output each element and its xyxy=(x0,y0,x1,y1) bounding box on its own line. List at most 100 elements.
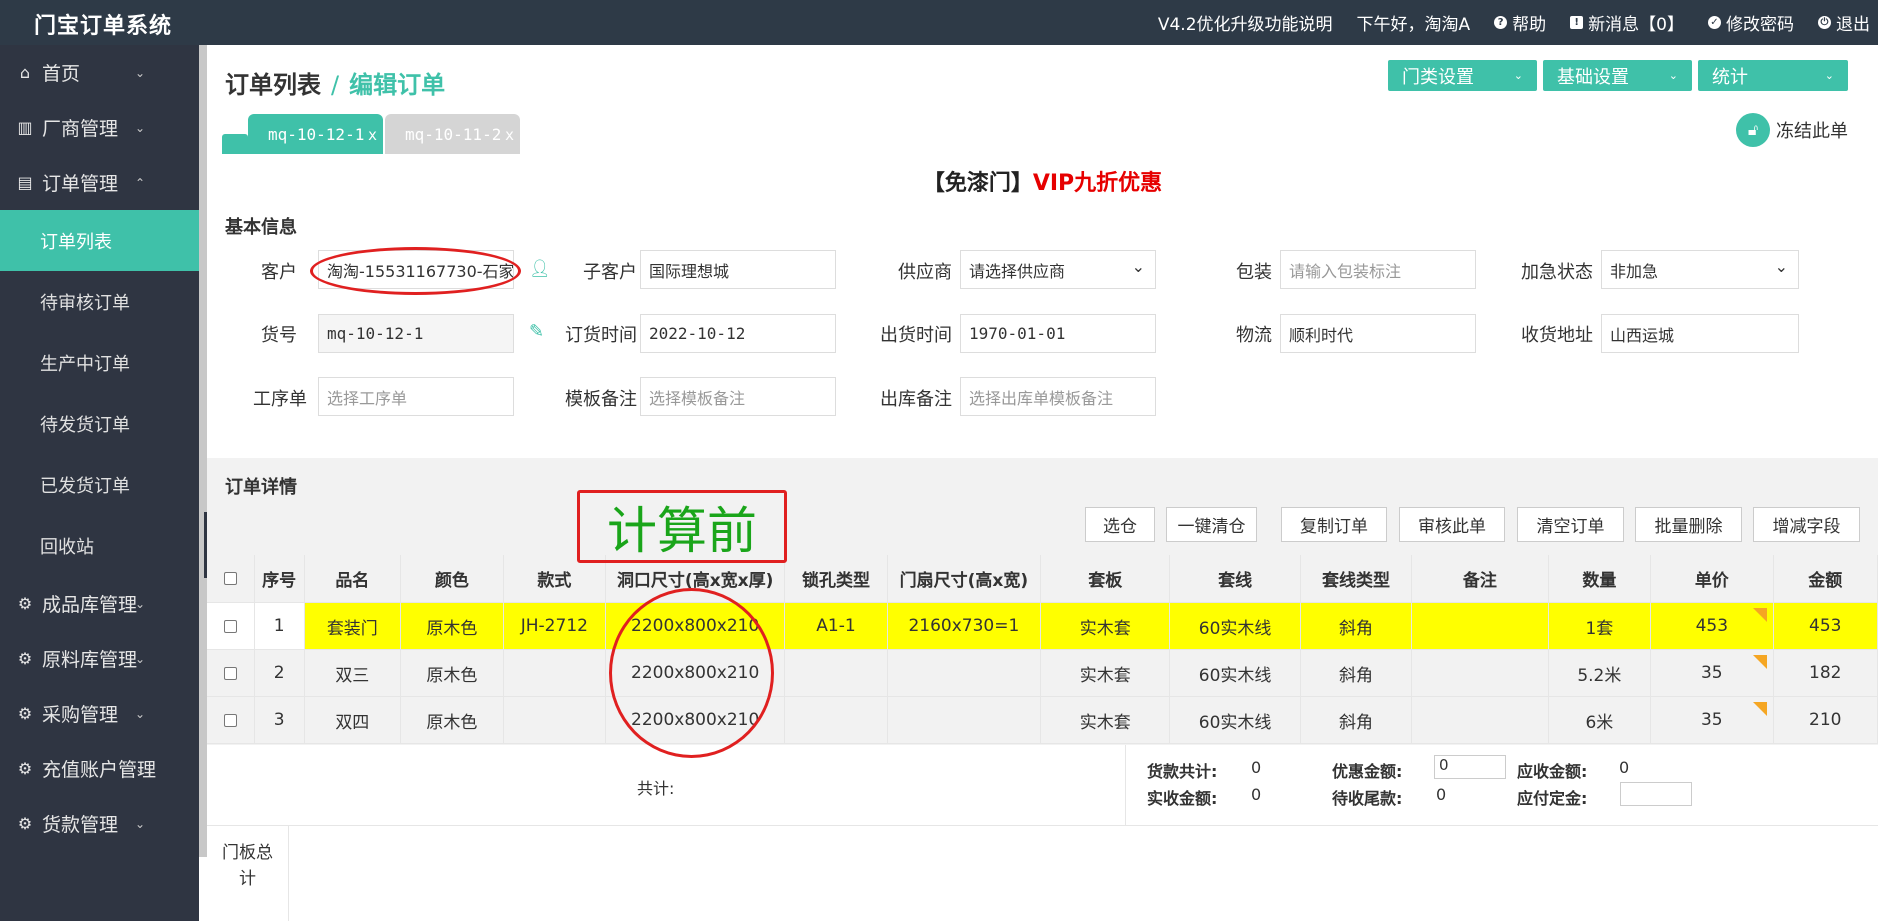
table-cell[interactable]: A1-1 xyxy=(785,603,888,650)
table-cell[interactable]: 斜角 xyxy=(1300,650,1413,697)
sidebar-item-raw-materials[interactable]: ⚙ 原料库管理 ⌄ xyxy=(0,631,199,686)
table-cell[interactable] xyxy=(785,650,888,697)
table-row[interactable]: 1 套装门 原木色 JH-2712 2200x800x210 A1-1 2160x730=1… xyxy=(207,603,1878,650)
table-cell[interactable]: 2160x730=1 xyxy=(887,603,1042,650)
sidebar-item-recharge[interactable]: ⚙ 充值账户管理 ⌄ xyxy=(0,741,199,796)
select-warehouse-button[interactable]: 选仓 xyxy=(1085,507,1155,542)
sidebar-item-pending-review[interactable]: 待审核订单 xyxy=(0,271,199,332)
sidebar-item-in-production[interactable]: 生产中订单 xyxy=(0,332,199,393)
subcustomer-field[interactable]: 国际理想城 xyxy=(640,250,836,289)
version-note-link[interactable]: V4.2优化升级功能说明 xyxy=(1158,10,1333,35)
table-cell[interactable]: 60实木线 xyxy=(1170,650,1301,697)
sidebar-item-recycle-bin[interactable]: 回收站 xyxy=(0,515,199,576)
row-checkbox[interactable] xyxy=(223,713,237,727)
table-cell[interactable]: 实木套 xyxy=(1041,697,1171,744)
clear-warehouse-button[interactable]: 一键清仓 xyxy=(1166,507,1257,542)
outbound-input[interactable]: 选择出库单模板备注 xyxy=(960,377,1156,416)
add-subcustomer-icon[interactable]: 👤︎ xyxy=(529,259,551,279)
select-all-checkbox[interactable] xyxy=(223,572,237,585)
sidebar-item-payments[interactable]: ⚙ 货款管理 ⌄ xyxy=(0,796,199,851)
table-cell[interactable]: JH-2712 xyxy=(503,603,607,650)
table-cell[interactable]: 210 xyxy=(1773,697,1878,744)
table-cell[interactable] xyxy=(1412,603,1549,650)
supplier-select[interactable]: 请选择供应商 xyxy=(960,250,1156,289)
sidebar-item-finished-goods[interactable]: ⚙ 成品库管理 ⌄ xyxy=(0,576,199,631)
table-row[interactable]: 3 双四 原木色 2200x800x210 实木套 60实木线 斜角 6米 35 210 xyxy=(207,697,1878,744)
stats-button[interactable]: 统计 ⌄ xyxy=(1698,60,1848,91)
message-icon: ! xyxy=(1570,16,1584,29)
row-checkbox[interactable] xyxy=(223,619,237,633)
close-icon[interactable]: x xyxy=(505,126,514,144)
table-cell[interactable]: 60实木线 xyxy=(1170,697,1301,744)
sidebar-item-pending-ship[interactable]: 待发货订单 xyxy=(0,393,199,454)
table-cell[interactable]: 5.2米 xyxy=(1548,650,1652,697)
table-cell[interactable]: 6米 xyxy=(1548,697,1652,744)
sidebar-item-orders[interactable]: ▤ 订单管理 ⌃ xyxy=(0,155,199,210)
batch-delete-button[interactable]: 批量删除 xyxy=(1635,507,1742,542)
table-cell[interactable]: 斜角 xyxy=(1300,603,1413,650)
table-row[interactable]: 2 双三 原木色 2200x800x210 实木套 60实木线 斜角 5.2米 35 182 xyxy=(207,650,1878,697)
sidebar-scrollbar[interactable] xyxy=(199,45,207,857)
table-cell[interactable]: 453 xyxy=(1651,603,1774,650)
sidebar-item-vendor[interactable]: ▥ 厂商管理 ⌄ xyxy=(0,100,199,155)
messages-link[interactable]: ! 新消息【0】 xyxy=(1570,10,1684,35)
edit-icon[interactable]: ✎ xyxy=(529,321,544,342)
discount-input[interactable]: 0 xyxy=(1434,755,1506,779)
table-cell[interactable]: 35 xyxy=(1651,650,1774,697)
table-cell[interactable]: 实木套 xyxy=(1041,650,1171,697)
table-cell[interactable] xyxy=(785,697,888,744)
order-time-field[interactable]: 2022-10-12 xyxy=(640,314,836,353)
table-cell[interactable]: 3 xyxy=(254,697,305,744)
help-link[interactable]: ? 帮助 xyxy=(1494,10,1546,35)
template-input[interactable]: 选择模板备注 xyxy=(640,377,836,416)
logistics-field[interactable]: 顺利时代 xyxy=(1280,314,1476,353)
table-cell[interactable]: 182 xyxy=(1773,650,1878,697)
table-cell[interactable]: 原木色 xyxy=(401,697,504,744)
process-input[interactable]: 选择工序单 xyxy=(318,377,514,416)
table-cell[interactable]: 1套 xyxy=(1548,603,1652,650)
basic-settings-button[interactable]: 基础设置 ⌄ xyxy=(1543,60,1692,91)
copy-order-button[interactable]: 复制订单 xyxy=(1281,507,1387,542)
table-cell[interactable]: 1 xyxy=(254,603,305,650)
freeze-order-button[interactable]: 🔓︎ 冻结此单 xyxy=(1736,113,1848,147)
table-cell[interactable] xyxy=(503,650,607,697)
address-field[interactable]: 山西运城 xyxy=(1601,314,1799,353)
review-order-button[interactable]: 审核此单 xyxy=(1399,507,1505,542)
table-cell[interactable]: 453 xyxy=(1773,603,1878,650)
tab-order-2[interactable]: mq-10-11-2 x xyxy=(385,114,520,154)
table-cell[interactable]: 实木套 xyxy=(1041,603,1171,650)
row-checkbox[interactable] xyxy=(223,666,237,680)
urgent-select[interactable]: 非加急 xyxy=(1601,250,1799,289)
goods-no-field[interactable]: mq-10-12-1 xyxy=(318,314,514,353)
sidebar-item-home[interactable]: ⌂ 首页 ⌄ xyxy=(0,45,199,100)
clear-order-button[interactable]: 清空订单 xyxy=(1517,507,1624,542)
table-cell[interactable]: 斜角 xyxy=(1300,697,1413,744)
change-password-link[interactable]: ✓ 修改密码 xyxy=(1708,10,1794,35)
tab-order-1[interactable]: mq-10-12-1 x xyxy=(248,114,383,154)
deposit-input[interactable] xyxy=(1620,782,1692,806)
sidebar-item-purchase[interactable]: ⚙ 采购管理 ⌄ xyxy=(0,686,199,741)
ship-time-field[interactable]: 1970-01-01 xyxy=(960,314,1156,353)
door-settings-button[interactable]: 门类设置 ⌄ xyxy=(1388,60,1537,91)
table-cell[interactable]: 35 xyxy=(1651,697,1774,744)
sidebar-item-shipped[interactable]: 已发货订单 xyxy=(0,454,199,515)
table-cell[interactable]: 套装门 xyxy=(304,603,402,650)
table-cell[interactable] xyxy=(887,650,1042,697)
table-cell[interactable] xyxy=(503,697,607,744)
table-cell[interactable] xyxy=(887,697,1042,744)
package-input[interactable]: 请输入包装标注 xyxy=(1280,250,1476,289)
breadcrumb-parent[interactable]: 订单列表 xyxy=(225,71,321,99)
table-cell[interactable]: 原木色 xyxy=(401,650,504,697)
table-cell[interactable]: 双四 xyxy=(304,697,402,744)
edit-fields-button[interactable]: 增减字段 xyxy=(1753,507,1860,542)
table-cell[interactable]: 双三 xyxy=(304,650,402,697)
table-cell[interactable]: 60实木线 xyxy=(1170,603,1301,650)
sidebar-item-order-list[interactable]: 订单列表 xyxy=(0,210,199,271)
price-marker-icon xyxy=(1752,702,1767,716)
table-cell[interactable]: 2 xyxy=(254,650,305,697)
table-cell[interactable]: 原木色 xyxy=(401,603,504,650)
table-cell[interactable] xyxy=(1412,650,1549,697)
table-cell[interactable] xyxy=(1412,697,1549,744)
close-icon[interactable]: x xyxy=(368,126,377,144)
logout-link[interactable]: ⏻ 退出 xyxy=(1818,10,1870,35)
